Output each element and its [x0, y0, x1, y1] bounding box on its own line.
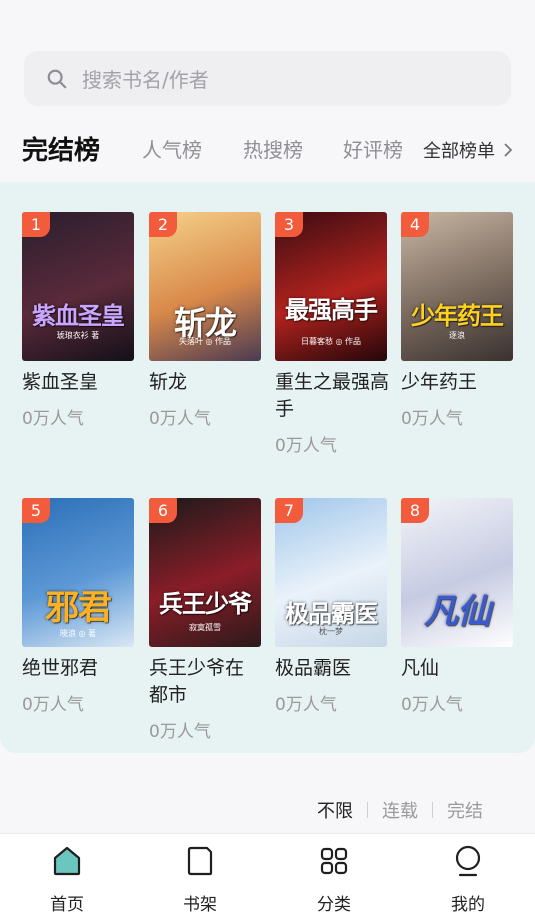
cover-title: 极品霸医: [285, 600, 378, 628]
book-title: 重生之最强高手: [275, 371, 390, 420]
book-list-panel: 1 紫血圣皇 琥琅衣衫 著 紫血圣皇 0万人气 2 斩龙 失落叶 ◎ 作品 斩龙…: [0, 182, 535, 753]
filter-ongoing[interactable]: 连载: [382, 797, 418, 823]
book-popularity: 0万人气: [275, 695, 337, 715]
cover-title: 凡仙: [424, 592, 491, 632]
cover-author: 晓浪 ◎ 著: [59, 629, 97, 638]
book-card[interactable]: 8 凡仙 凡仙 0万人气: [401, 498, 513, 715]
rank-badge: 5: [22, 498, 50, 523]
book-card[interactable]: 7 极品霸医 枕一梦 极品霸医 0万人气: [275, 498, 387, 715]
cover-title: 最强高手: [285, 296, 378, 324]
book-card[interactable]: 5 邪君 晓浪 ◎ 著 绝世邪君 0万人气: [22, 498, 134, 715]
cover-title: 邪君: [45, 588, 112, 628]
category-grid-icon: [320, 847, 348, 875]
book-popularity: 0万人气: [149, 409, 211, 429]
chevron-right-icon: [504, 143, 513, 157]
book-popularity: 0万人气: [22, 695, 84, 715]
cover-author: 日暮客愁 ◎ 作品: [300, 337, 362, 346]
book-cover: 3 最强高手 日暮客愁 ◎ 作品: [275, 212, 387, 361]
rank-badge: 3: [275, 212, 303, 237]
all-lists-link[interactable]: 全部榜单: [423, 137, 513, 163]
book-title: 少年药王: [401, 371, 478, 393]
rank-badge: 1: [22, 212, 50, 237]
book-popularity: 0万人气: [275, 436, 337, 456]
book-card[interactable]: 1 紫血圣皇 琥琅衣衫 著 紫血圣皇 0万人气: [22, 212, 134, 429]
filter-divider: [367, 802, 368, 818]
book-popularity: 0万人气: [401, 409, 463, 429]
filter-divider: [432, 802, 433, 818]
cover-author: 失落叶 ◎ 作品: [178, 337, 232, 346]
book-popularity: 0万人气: [149, 722, 211, 742]
all-lists-label: 全部榜单: [423, 141, 495, 162]
profile-icon: [455, 845, 481, 877]
rank-badge: 4: [401, 212, 429, 237]
cover-title: 少年药王: [411, 302, 504, 330]
search-bar[interactable]: 搜索书名/作者: [24, 51, 511, 106]
book-card[interactable]: 3 最强高手 日暮客愁 ◎ 作品 重生之最强高手 0万人气: [275, 212, 391, 456]
home-icon: [53, 846, 81, 876]
status-filter: 不限 连载 完结: [317, 797, 483, 823]
book-cover: 7 极品霸医 枕一梦: [275, 498, 387, 647]
app-screen: 搜索书名/作者 完结榜 人气榜 热搜榜 好评榜 全部榜单 1 紫血圣皇 琥琅衣衫…: [0, 0, 535, 915]
cover-author: 逐浪: [449, 331, 465, 340]
bookshelf-icon: [187, 846, 213, 876]
nav-home-label: 首页: [50, 895, 84, 915]
nav-bookshelf-label: 书架: [183, 895, 217, 915]
nav-home[interactable]: 首页: [27, 844, 107, 915]
ranking-tabs: 完结榜 人气榜 热搜榜 好评榜 全部榜单: [0, 128, 535, 170]
tab-hot-search[interactable]: 热搜榜: [243, 134, 303, 163]
cover-title: 紫血圣皇: [32, 302, 125, 330]
book-popularity: 0万人气: [22, 409, 84, 429]
rank-badge: 2: [149, 212, 177, 237]
rank-badge: 7: [275, 498, 303, 523]
book-card[interactable]: 2 斩龙 失落叶 ◎ 作品 斩龙 0万人气: [149, 212, 261, 429]
book-title: 斩龙: [149, 371, 188, 393]
search-icon: [47, 69, 67, 88]
nav-category-label: 分类: [317, 895, 351, 915]
book-cover: 5 邪君 晓浪 ◎ 著: [22, 498, 134, 647]
tab-top-rated[interactable]: 好评榜: [343, 134, 403, 163]
book-cover: 2 斩龙 失落叶 ◎ 作品: [149, 212, 261, 361]
rank-badge: 8: [401, 498, 429, 523]
cover-author: 枕一梦: [319, 627, 343, 636]
book-title: 凡仙: [401, 657, 440, 679]
cover-author: 琥琅衣衫 著: [56, 331, 100, 340]
tab-popular[interactable]: 人气榜: [142, 134, 202, 163]
search-placeholder: 搜索书名/作者: [82, 68, 209, 92]
book-cover: 6 兵王少爷 寂寞孤雪: [149, 498, 261, 647]
filter-all[interactable]: 不限: [317, 797, 353, 823]
book-title: 绝世邪君: [22, 657, 99, 679]
book-title: 极品霸医: [275, 657, 352, 679]
filter-completed[interactable]: 完结: [447, 797, 483, 823]
book-card[interactable]: 6 兵王少爷 寂寞孤雪 兵王少爷在都市 0万人气: [149, 498, 261, 742]
book-cover: 4 少年药王 逐浪: [401, 212, 513, 361]
rank-badge: 6: [149, 498, 177, 523]
book-card[interactable]: 4 少年药王 逐浪 少年药王 0万人气: [401, 212, 513, 429]
book-cover: 1 紫血圣皇 琥琅衣衫 著: [22, 212, 134, 361]
cover-title: 兵王少爷: [159, 590, 252, 618]
nav-category[interactable]: 分类: [294, 844, 374, 915]
nav-profile[interactable]: 我的: [428, 844, 508, 915]
book-popularity: 0万人气: [401, 695, 463, 715]
bottom-nav: 首页 书架 分类 我的: [0, 833, 535, 915]
book-title: 紫血圣皇: [22, 371, 99, 393]
cover-author: 寂寞孤雪: [189, 623, 221, 632]
book-cover: 8 凡仙: [401, 498, 513, 647]
nav-profile-label: 我的: [451, 895, 485, 915]
tab-completed[interactable]: 完结榜: [22, 130, 100, 167]
book-title: 兵王少爷在都市: [149, 657, 245, 706]
nav-bookshelf[interactable]: 书架: [160, 844, 240, 915]
